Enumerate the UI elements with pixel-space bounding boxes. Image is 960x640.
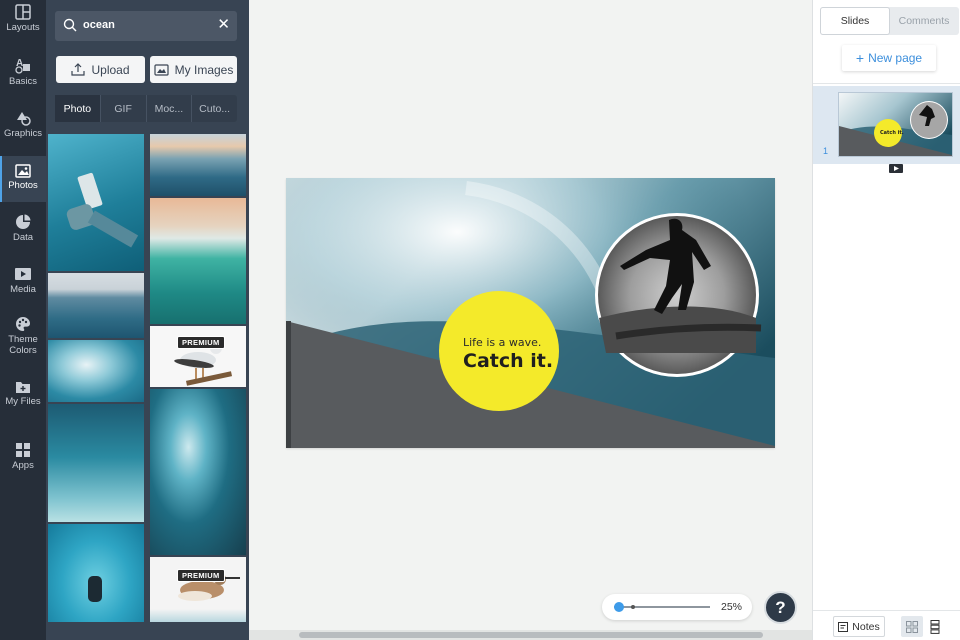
rail-item-photos[interactable]: Photos — [0, 156, 46, 202]
my-images-button[interactable]: My Images — [150, 56, 237, 83]
photos-panel: ocean ✕ Upload My Images Photo GIF Moc..… — [46, 0, 249, 640]
rail-label-theme: Theme — [8, 334, 38, 345]
premium-badge: PREMIUM — [177, 569, 225, 582]
list-view-icon — [930, 619, 940, 634]
rail-item-my-files[interactable]: My Files — [0, 380, 46, 416]
slide-thumbnail-image — [839, 93, 952, 156]
premium-badge: PREMIUM — [177, 336, 225, 349]
zoom-track[interactable] — [614, 606, 710, 608]
upload-label: Upload — [91, 62, 130, 77]
photo-waves-aerial[interactable] — [150, 389, 246, 555]
slide-transition-icon[interactable] — [889, 163, 903, 173]
photo-diver[interactable] — [48, 524, 144, 622]
slide-subheading[interactable]: Life is a wave. — [463, 336, 541, 349]
rail-item-layouts[interactable]: Layouts — [0, 4, 46, 42]
rail-item-basics[interactable]: A Basics — [0, 56, 46, 94]
tab-cutouts[interactable]: Cuto... — [192, 95, 237, 122]
tab-photo[interactable]: Photo — [55, 95, 101, 122]
grid-view-icon — [906, 620, 918, 633]
rail-label-basics: Basics — [9, 76, 37, 87]
clear-search-icon[interactable]: ✕ — [217, 17, 230, 33]
editor-canvas: Life is a wave. Catch it. 25% ? — [249, 0, 812, 640]
my-images-label: My Images — [174, 62, 234, 77]
rail-item-theme-colors[interactable]: Theme Colors — [0, 316, 46, 362]
slides-panel: Slides Comments + New page 1 Catch it. N… — [812, 0, 960, 640]
list-view-button[interactable] — [924, 616, 946, 637]
plus-icon: + — [855, 50, 865, 66]
palette-icon — [16, 317, 30, 331]
photo-underwater-sand[interactable] — [48, 404, 144, 522]
divider — [813, 83, 960, 84]
rail-item-data[interactable]: Data — [0, 214, 46, 250]
photo-wave-sunset[interactable] — [150, 134, 246, 196]
upload-button[interactable]: Upload — [56, 56, 145, 83]
photo-sandpiper-premium[interactable]: PREMIUM — [150, 557, 246, 622]
rail-label-my-files: My Files — [5, 396, 41, 407]
rail-label-data: Data — [12, 232, 34, 243]
slide-thumbnail-row[interactable]: 1 Catch it. — [813, 86, 960, 164]
tab-gif[interactable]: GIF — [101, 95, 147, 122]
slide-canvas[interactable]: Life is a wave. Catch it. — [286, 178, 775, 448]
photos-icon — [15, 164, 31, 178]
left-tool-rail: Layouts A Basics Graphics Photos Data Me… — [0, 0, 46, 640]
zoom-default-marker — [631, 605, 635, 609]
slide-number: 1 — [823, 146, 829, 156]
grid-view-button[interactable] — [901, 616, 923, 637]
search-input[interactable]: ocean — [83, 19, 115, 31]
photo-ocean-foam[interactable] — [48, 340, 144, 402]
layouts-icon — [15, 4, 31, 20]
tab-comments[interactable]: Comments — [890, 8, 958, 34]
notes-icon — [838, 621, 849, 632]
rail-label-apps: Apps — [12, 460, 34, 471]
media-type-tabs: Photo GIF Moc... Cuto... — [55, 95, 237, 122]
photo-seagull-premium[interactable]: PREMIUM — [150, 326, 246, 387]
slide-heading[interactable]: Catch it. — [463, 350, 553, 372]
zoom-percent[interactable]: 25% — [721, 601, 742, 613]
new-page-label: New page — [868, 51, 923, 65]
rail-item-media[interactable]: Media — [0, 266, 46, 302]
tab-mockups[interactable]: Moc... — [147, 95, 193, 122]
notes-button[interactable]: Notes — [833, 616, 885, 637]
photo-beach-aerial[interactable] — [150, 198, 246, 324]
search-box[interactable]: ocean ✕ — [55, 11, 237, 41]
search-icon — [63, 18, 77, 32]
upload-icon — [71, 63, 86, 76]
zoom-slider-handle[interactable] — [613, 602, 624, 612]
graphics-icon — [17, 112, 31, 126]
rail-item-graphics[interactable]: Graphics — [0, 110, 46, 146]
basics-icon: A — [15, 58, 30, 74]
wave-background — [286, 178, 775, 448]
horizontal-scrollbar[interactable] — [249, 630, 812, 640]
scrollbar-thumb[interactable] — [299, 632, 763, 638]
my-images-icon — [154, 64, 169, 76]
media-icon — [15, 268, 31, 280]
rail-item-apps[interactable]: Apps — [0, 442, 46, 478]
slide-thumbnail[interactable]: Catch it. — [838, 92, 953, 157]
rail-label-graphics: Graphics — [3, 128, 42, 139]
pie-chart-icon — [16, 214, 31, 229]
folder-icon — [16, 382, 30, 393]
apps-icon — [16, 443, 30, 457]
rail-label-layouts: Layouts — [6, 22, 40, 33]
help-button[interactable]: ? — [764, 591, 797, 624]
photo-ocean-horizon[interactable] — [48, 273, 144, 338]
slides-panel-tabs: Slides Comments — [820, 7, 959, 35]
new-page-button[interactable]: + New page — [842, 45, 936, 71]
rail-label-photos: Photos — [8, 180, 38, 191]
notes-label: Notes — [852, 620, 880, 633]
zoom-control: 25% — [602, 594, 752, 620]
photo-underwater-hand-can[interactable] — [48, 134, 144, 271]
slides-bottom-bar: Notes — [813, 610, 960, 640]
rail-label-media: Media — [10, 284, 36, 295]
rail-label-colors: Colors — [9, 345, 37, 356]
tab-slides[interactable]: Slides — [821, 8, 889, 34]
thumbnail-heading: Catch it. — [880, 130, 904, 136]
